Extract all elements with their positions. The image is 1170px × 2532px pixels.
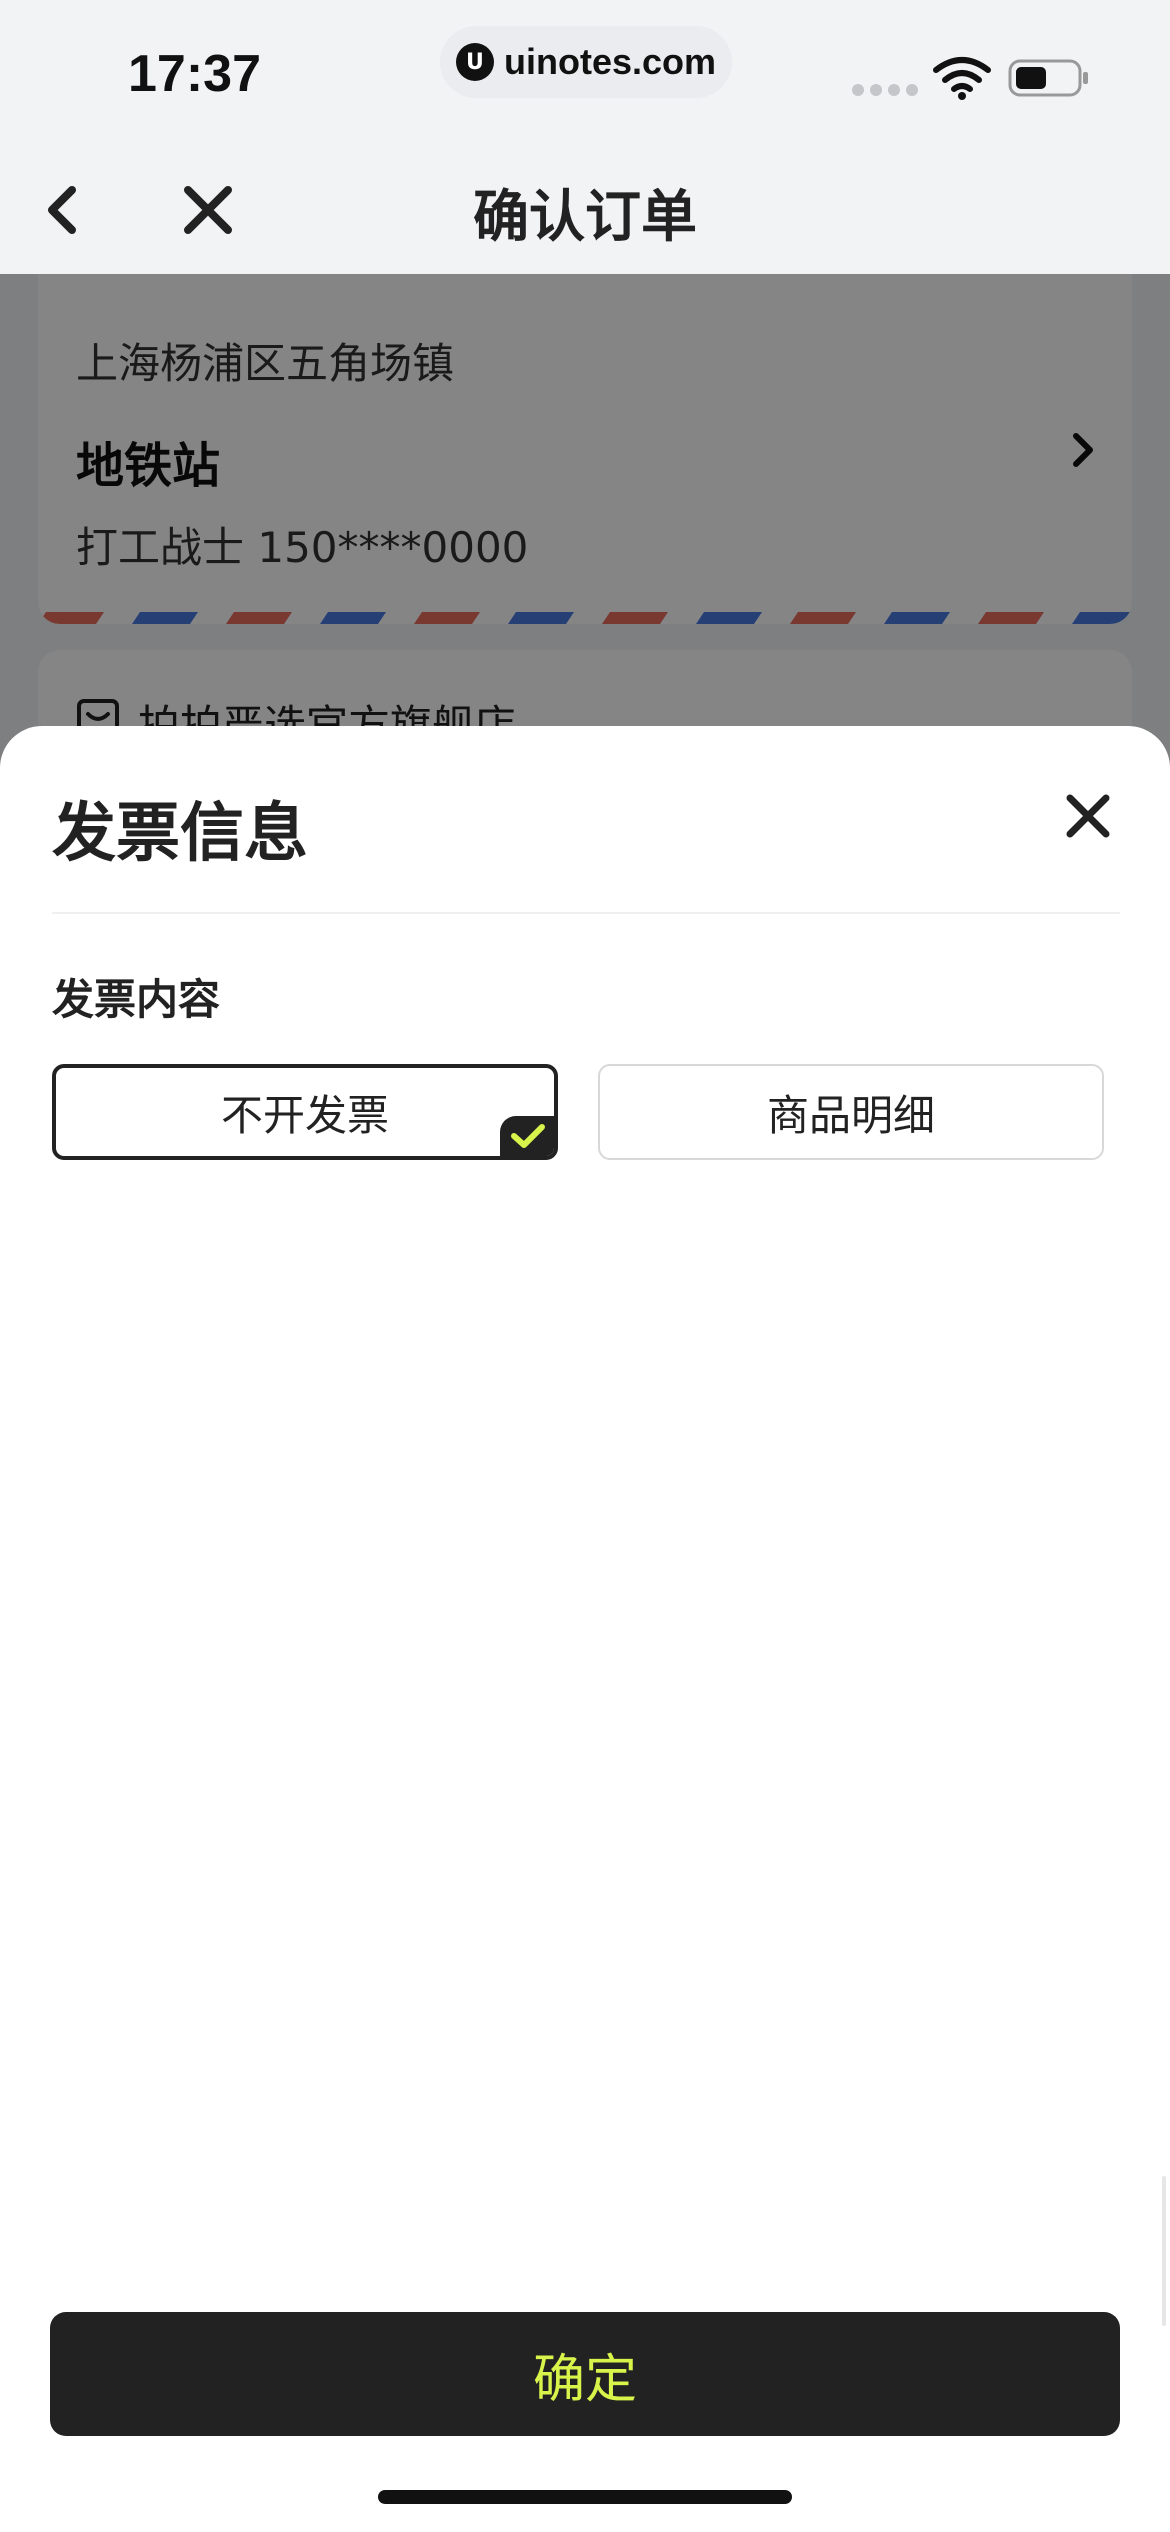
status-bar: 17:37 U uinotes.com xyxy=(0,0,1170,150)
checkmark-icon xyxy=(500,1116,554,1156)
wifi-icon xyxy=(933,57,991,100)
option-item-details[interactable]: 商品明细 xyxy=(598,1064,1104,1160)
sheet-title: 发票信息 xyxy=(52,797,308,871)
option-label: 商品明细 xyxy=(766,1090,935,1140)
cellular-signal-icon xyxy=(852,84,918,96)
option-label: 不开发票 xyxy=(220,1090,389,1140)
nav-bar: 确认订单 xyxy=(0,150,1170,274)
site-logo-icon: U xyxy=(455,43,494,81)
divider xyxy=(52,912,1120,914)
invoice-sheet: 发票信息 发票内容 不开发票 商品明细 确定 xyxy=(0,726,1170,2532)
confirm-button[interactable]: 确定 xyxy=(50,2312,1120,2436)
home-indicator[interactable] xyxy=(378,2490,792,2504)
url-text: uinotes.com xyxy=(503,41,717,82)
invoice-content-label: 发票内容 xyxy=(52,975,221,1024)
page-title: 确认订单 xyxy=(473,185,697,250)
status-time: 17:37 xyxy=(128,45,261,103)
option-no-invoice[interactable]: 不开发票 xyxy=(52,1064,558,1160)
url-pill[interactable]: U uinotes.com xyxy=(440,26,732,98)
scroll-indicator xyxy=(1162,2176,1166,2326)
close-icon[interactable] xyxy=(1064,792,1112,840)
battery-icon xyxy=(1008,59,1088,97)
